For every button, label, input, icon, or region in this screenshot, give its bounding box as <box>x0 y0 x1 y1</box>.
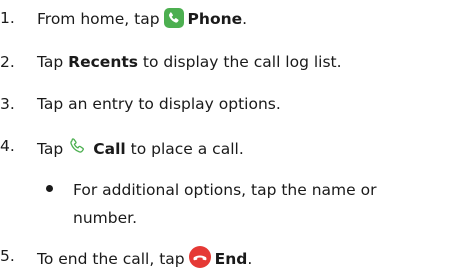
step-text-before: Tap <box>37 140 64 158</box>
step-number: 3. <box>0 95 15 113</box>
step-text: Tap an entry to display options. <box>37 95 281 113</box>
bullet-text-line-2: number. <box>73 209 137 227</box>
step-text-after: . <box>242 10 248 28</box>
step-text: Tap Call to place a call. <box>37 136 244 163</box>
step-text-after: to place a call. <box>125 140 244 158</box>
step-text-after: . <box>247 250 253 268</box>
bullet-dot <box>46 185 53 192</box>
step-text-before: To end the call, tap <box>37 250 185 268</box>
step-text-after: to display the call log list. <box>138 53 342 71</box>
step-bold-label: Recents <box>68 53 138 71</box>
step-text: From home, tap Phone. <box>37 8 247 33</box>
call-handset-icon <box>67 136 89 163</box>
phone-app-icon <box>163 8 184 33</box>
bullet-text-line-1: For additional options, tap the name or <box>73 181 377 199</box>
step-text-before: From home, tap <box>37 10 160 28</box>
step-text: To end the call, tap End. <box>37 246 252 273</box>
step-bold-label: Phone <box>187 10 243 28</box>
step-number: 5. <box>0 247 15 265</box>
step-number: 2. <box>0 53 15 71</box>
end-call-icon <box>188 246 211 273</box>
sub-bullet: For additional options, tap the name or … <box>46 176 446 236</box>
step-text-before: Tap <box>37 53 69 71</box>
step-number: 1. <box>0 9 15 27</box>
step-text: Tap Recents to display the call log list… <box>37 52 342 72</box>
step-bold-label: Call <box>93 140 126 158</box>
step-number: 4. <box>0 137 15 155</box>
step-bold-label: End <box>214 250 248 268</box>
